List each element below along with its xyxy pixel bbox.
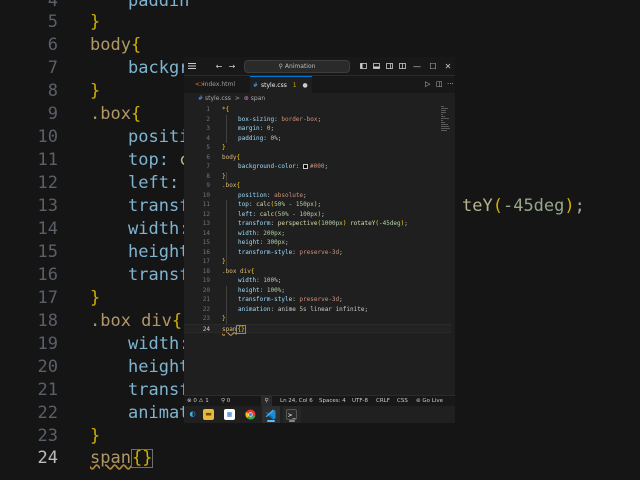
breadcrumb-symbol[interactable]: span (251, 95, 265, 102)
status-bar: ⊗ 0 ⚠ 1 ⚲ 0 ⚲ Ln 24, Col 6 Spaces: 4 UTF… (184, 395, 455, 406)
code-line: 3 margin: 0; (206, 125, 275, 132)
indentation-status[interactable]: Spaces: 4 (319, 396, 346, 406)
code-line: 5} (206, 144, 226, 151)
code-line: 15 height: 300px; (202, 239, 289, 246)
vscode-window: ← → ⚲ Animation — ☐ ✕ <> index.html # styl… (184, 57, 455, 423)
customize-layout-icon[interactable] (397, 57, 407, 76)
breadcrumb-file[interactable]: style.css (205, 95, 231, 102)
code-line: 13 transform: perspective(1000px) rotateY… (202, 220, 408, 227)
unsaved-dot-icon[interactable]: ● (303, 82, 308, 89)
code-line: 12 left: calc(50% - 100px); (202, 210, 325, 218)
code-line: 10 position: absolute; (202, 191, 307, 199)
problems-status[interactable]: ⊗ 0 ⚠ 1 (187, 396, 209, 406)
toggle-panel-icon[interactable] (371, 57, 381, 76)
code-line: 23} (202, 315, 226, 322)
breadcrumb: # style.css > ⊛ span (184, 93, 455, 105)
code-line: 16 transform-style: preserve-3d; (202, 248, 343, 256)
close-button[interactable]: ✕ (442, 57, 454, 76)
error-count: ⊗ 0 (187, 398, 197, 404)
language-mode[interactable]: CSS (397, 396, 408, 406)
code-editor[interactable]: 1 *{ 2 box-sizing: border-box; 3 margin: 0;… (184, 105, 455, 399)
terminal-icon[interactable]: >_ (286, 409, 297, 420)
command-center-search[interactable]: ⚲ Animation (244, 60, 350, 73)
color-swatch[interactable] (303, 164, 309, 169)
os-taskbar: ◐ ▬ ▦ >_ (184, 406, 455, 423)
zoom-icon[interactable]: ⚲ (261, 396, 272, 406)
code-line: 1 *{ (206, 106, 230, 113)
broadcast-icon: ⊚ (416, 398, 421, 404)
split-editor-icon[interactable]: ◫ (436, 76, 443, 93)
back-arrow-icon[interactable]: ← (214, 57, 224, 76)
editor-scrollbar[interactable] (451, 105, 455, 399)
code-line: 18 .box div{ (202, 267, 255, 275)
html-file-icon: <> (195, 81, 206, 88)
forward-arrow-icon[interactable]: → (227, 57, 237, 76)
css-file-icon: # (198, 95, 204, 102)
code-line: 8} (206, 172, 226, 180)
css-file-icon: # (253, 82, 259, 89)
code-line: 6 body{ (206, 153, 241, 161)
maximize-button[interactable]: ☐ (427, 57, 439, 76)
minimap[interactable] (441, 106, 451, 136)
symbol-icon: ⊛ (243, 95, 249, 102)
edge-icon[interactable]: ◐ (187, 409, 198, 420)
tab-index-html[interactable]: <> index.html (192, 76, 244, 93)
cursor-position[interactable]: Ln 24, Col 6 (280, 396, 313, 406)
file-explorer-icon[interactable]: ▬ (203, 409, 214, 420)
code-line: 17} (202, 258, 226, 265)
toggle-sidebar-icon[interactable] (358, 57, 368, 76)
code-line: 19 width: 100%; (202, 277, 282, 284)
code-line: 14 width: 200px; (202, 229, 285, 237)
current-code-line: 24 span{} (184, 323, 455, 334)
code-line: 9 .box{ (206, 182, 241, 189)
workspace-title: Animation (284, 63, 316, 70)
run-icon[interactable]: ▷ (425, 76, 430, 93)
toggle-secondary-sidebar-icon[interactable] (384, 57, 394, 76)
more-actions-icon[interactable]: ··· (447, 76, 454, 93)
vscode-icon[interactable] (265, 409, 276, 420)
breadcrumb-separator: > (234, 95, 240, 102)
go-live-button[interactable]: ⊚ Go Live (416, 396, 443, 406)
code-line: 20 height: 100%; (202, 286, 285, 294)
title-bar: ← → ⚲ Animation — ☐ ✕ (184, 57, 455, 76)
code-line: 22 animation: anime 5s linear infinite; (202, 305, 369, 313)
code-line: 7 background-color: #000; (206, 163, 329, 170)
problem-count-badge: 1 (292, 82, 297, 89)
code-line: 2 box-sizing: border-box; (206, 115, 322, 123)
tab-style-css[interactable]: # style.css 1 ● (250, 76, 312, 93)
chrome-icon[interactable] (245, 409, 256, 420)
eol-status[interactable]: CRLF (376, 396, 390, 406)
ports-status[interactable]: ⚲ 0 (221, 396, 230, 406)
hamburger-icon[interactable] (186, 57, 198, 76)
store-icon[interactable]: ▦ (224, 409, 235, 420)
encoding-status[interactable]: UTF-8 (352, 396, 368, 406)
editor-tab-bar: <> index.html # style.css 1 ● ▷ ◫ ··· (184, 76, 455, 93)
warning-count: ⚠ 1 (198, 398, 209, 404)
code-line: 11 top: calc(50% - 150px); (202, 201, 322, 208)
code-line: 21 transform-style: preserve-3d; (202, 296, 343, 303)
minimize-button[interactable]: — (410, 57, 424, 76)
code-line: 4 padding: 0%; (206, 134, 282, 142)
